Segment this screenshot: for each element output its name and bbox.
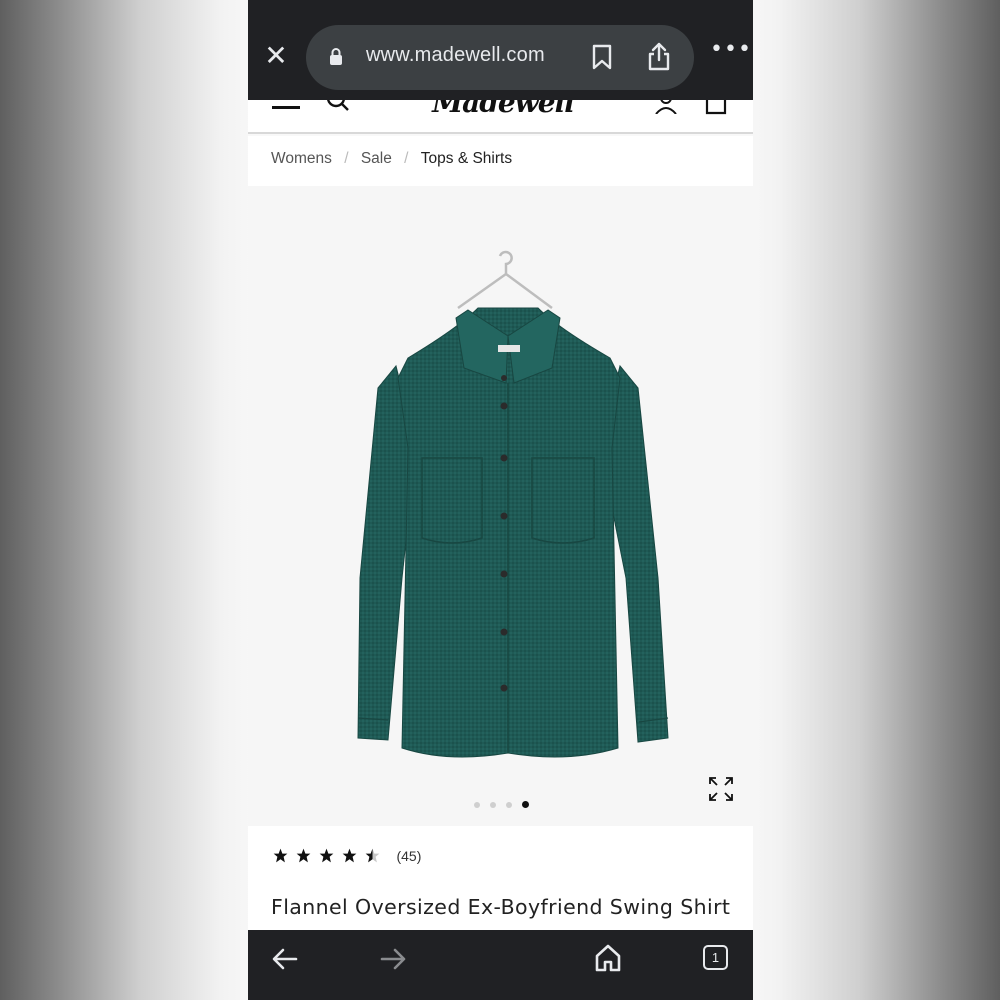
gallery-dot[interactable] bbox=[506, 802, 512, 808]
star-icon bbox=[342, 848, 357, 863]
home-icon[interactable] bbox=[594, 943, 622, 973]
breadcrumb-tops-shirts[interactable]: Tops & Shirts bbox=[421, 150, 512, 168]
back-arrow-icon[interactable] bbox=[270, 946, 300, 972]
tabs-icon[interactable]: 1 bbox=[703, 945, 728, 970]
product-image-shirt[interactable] bbox=[338, 248, 678, 768]
breadcrumb-womens[interactable]: Womens bbox=[271, 150, 332, 168]
expand-icon[interactable] bbox=[708, 776, 734, 802]
bookmark-icon[interactable] bbox=[591, 44, 613, 70]
site-header: Madewell bbox=[248, 100, 753, 134]
product-title: Flannel Oversized Ex-Boyfriend Swing Shi… bbox=[271, 895, 731, 919]
breadcrumb-separator: / bbox=[344, 150, 349, 167]
gallery-dot[interactable] bbox=[490, 802, 496, 808]
url-text[interactable]: www.madewell.com bbox=[366, 44, 545, 67]
star-rating[interactable]: (45) bbox=[273, 845, 421, 865]
breadcrumb: Womens / Sale / Tops & Shirts bbox=[248, 136, 753, 186]
product-info: (45) Flannel Oversized Ex-Boyfriend Swin… bbox=[248, 826, 753, 936]
browser-top-bar: ✕ www.madewell.com ••• bbox=[248, 0, 753, 100]
breadcrumb-sale[interactable]: Sale bbox=[361, 150, 392, 168]
more-icon[interactable]: ••• bbox=[710, 39, 751, 64]
browser-bottom-bar: 1 bbox=[248, 930, 753, 1000]
address-bar[interactable]: www.madewell.com bbox=[306, 25, 694, 90]
gallery-dot[interactable] bbox=[474, 802, 480, 808]
star-icon bbox=[319, 848, 334, 863]
gallery-pagination-dots bbox=[470, 800, 532, 810]
product-image-gallery[interactable] bbox=[248, 186, 753, 826]
forward-arrow-icon[interactable] bbox=[378, 946, 408, 972]
gallery-dot-active[interactable] bbox=[522, 801, 529, 808]
star-icon bbox=[273, 848, 288, 863]
search-icon[interactable] bbox=[326, 100, 350, 112]
share-icon[interactable] bbox=[646, 42, 672, 72]
account-icon[interactable] bbox=[654, 100, 678, 114]
lock-icon bbox=[330, 48, 342, 65]
star-icon bbox=[296, 848, 311, 863]
half-star-icon bbox=[366, 848, 380, 863]
close-icon[interactable]: ✕ bbox=[262, 42, 290, 70]
breadcrumb-separator: / bbox=[404, 150, 409, 167]
review-count[interactable]: (45) bbox=[396, 848, 421, 864]
menu-icon[interactable] bbox=[272, 100, 300, 112]
madewell-logo[interactable]: Madewell bbox=[428, 100, 578, 120]
bag-icon[interactable] bbox=[704, 100, 728, 116]
phone-screen: ✕ www.madewell.com ••• Madewell Womens /… bbox=[248, 0, 753, 1000]
